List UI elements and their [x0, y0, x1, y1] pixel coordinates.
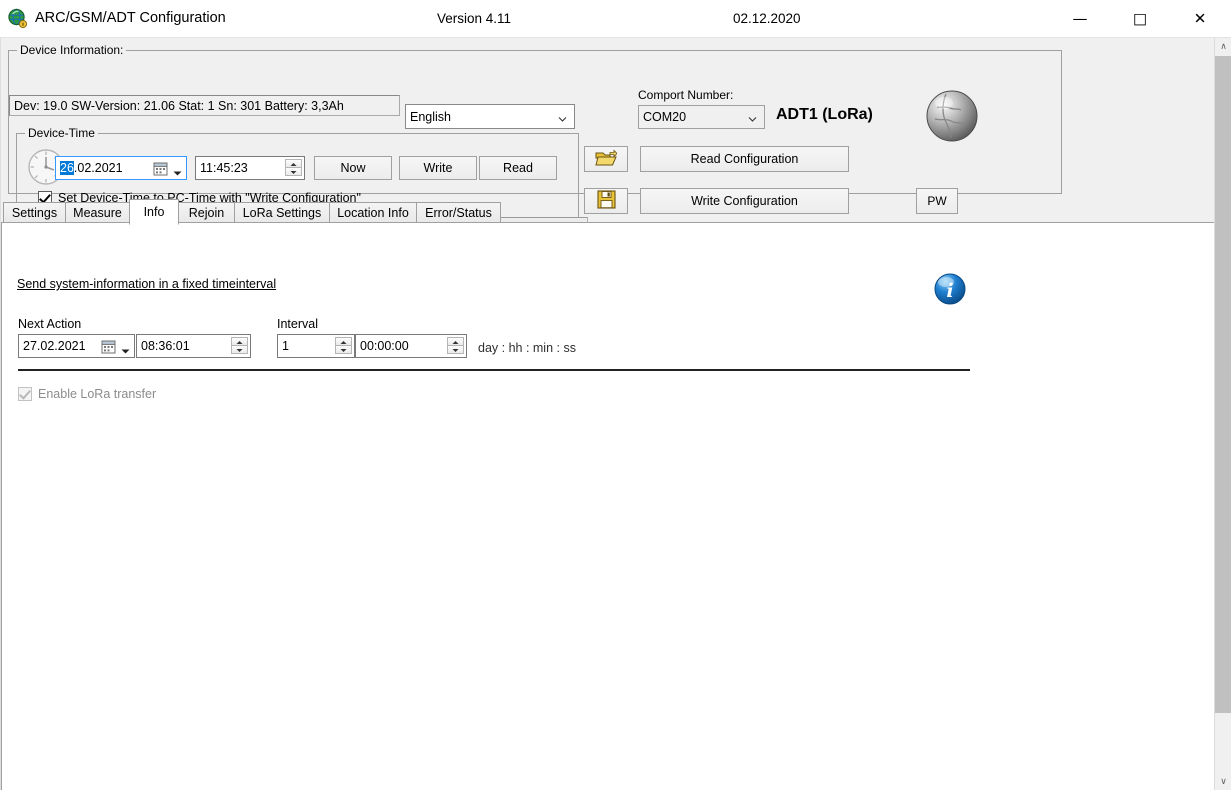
interval-format-label: day : hh : min : ss	[478, 341, 576, 355]
client-area: Device Information: Dev: 19.0 SW-Version…	[0, 38, 1215, 790]
next-action-time-input[interactable]: 08:36:01	[136, 334, 251, 358]
globe-key-icon	[7, 8, 29, 30]
next-action-time-spinner[interactable]	[231, 337, 248, 355]
tab-rejoin[interactable]: Rejoin	[178, 202, 235, 223]
spinner-down-icon[interactable]	[447, 345, 464, 354]
tab-measure[interactable]: Measure	[65, 202, 130, 223]
tab-info[interactable]: Info	[129, 199, 179, 225]
device-time-date-input[interactable]: 26.02.2021	[55, 156, 187, 180]
device-information-group-label: Device Information:	[17, 43, 127, 57]
language-select-value: English	[410, 109, 451, 124]
device-time-date-selected: 26	[60, 161, 74, 175]
date-label: 02.12.2020	[733, 11, 801, 26]
tab-strip: Settings Measure Info Rejoin LoRa Settings Lo…	[1, 199, 1215, 225]
interval-time-spinner[interactable]	[447, 337, 464, 355]
interval-time-input[interactable]: 00:00:00	[355, 334, 467, 358]
write-time-button[interactable]: Write	[399, 156, 477, 180]
device-information-value: Dev: 19.0 SW-Version: 21.06 Stat: 1 Sn: …	[9, 95, 400, 116]
next-action-date-text: 27.02.2021	[23, 339, 86, 353]
spinner-down-icon[interactable]	[335, 345, 352, 354]
comport-select-value: COM20	[643, 110, 687, 124]
window-title: ARC/GSM/ADT Configuration	[35, 10, 226, 26]
next-action-time-text: 08:36:01	[141, 339, 190, 353]
next-action-label: Next Action	[18, 317, 82, 331]
spinner-down-icon[interactable]	[231, 345, 248, 354]
chevron-down-icon[interactable]	[121, 344, 130, 354]
language-select[interactable]: English	[405, 104, 575, 129]
device-time-date-text: 26.02.2021	[56, 161, 123, 175]
minimize-button[interactable]: —	[1057, 0, 1103, 37]
section-heading: Send system-information in a fixed timei…	[17, 277, 277, 291]
comport-select[interactable]: COM20	[638, 105, 765, 129]
close-button[interactable]: ✕	[1177, 0, 1223, 37]
close-icon: ✕	[1193, 9, 1207, 27]
version-label: Version 4.11	[437, 11, 512, 26]
open-folder-icon	[595, 149, 618, 170]
scroll-up-button[interactable]: ∧	[1215, 38, 1231, 55]
chevron-down-icon	[748, 113, 757, 122]
interval-time-text: 00:00:00	[360, 339, 409, 353]
minimize-icon: —	[1072, 9, 1088, 27]
read-configuration-button[interactable]: Read Configuration	[640, 146, 849, 172]
checkbox-icon	[18, 387, 32, 401]
enable-lora-transfer-label: Enable LoRa transfer	[38, 387, 157, 401]
next-action-date-input[interactable]: 27.02.2021	[18, 334, 135, 358]
read-time-button[interactable]: Read	[479, 156, 557, 180]
svg-text:i: i	[946, 280, 953, 302]
globe-icon	[922, 86, 982, 146]
maximize-button[interactable]: □	[1117, 0, 1163, 37]
tab-error-status[interactable]: Error/Status	[416, 202, 501, 223]
interval-days-text: 1	[282, 339, 289, 353]
device-time-group-label: Device-Time	[25, 126, 98, 140]
device-time-time-input[interactable]: 11:45:23	[195, 156, 305, 180]
interval-days-spinner[interactable]	[335, 337, 352, 355]
maximize-icon: □	[1132, 9, 1148, 27]
enable-lora-transfer-checkbox: Enable LoRa transfer	[18, 387, 156, 401]
top-panel: Device Information: Dev: 19.0 SW-Version…	[1, 38, 1215, 233]
divider	[18, 369, 970, 371]
device-time-date-rest: .02.2021	[73, 161, 123, 175]
chevron-down-icon[interactable]	[173, 166, 182, 176]
calendar-icon[interactable]	[153, 161, 168, 176]
scrollbar-thumb[interactable]	[1215, 56, 1231, 713]
open-configuration-button[interactable]	[584, 146, 628, 172]
device-name-label: ADT1 (LoRa)	[776, 106, 873, 123]
now-button[interactable]: Now	[314, 156, 392, 180]
chevron-down-icon: ∨	[1220, 776, 1227, 787]
tab-lora-settings[interactable]: LoRa Settings	[234, 202, 330, 223]
chevron-up-icon: ∧	[1220, 41, 1227, 52]
tab-location-info[interactable]: Location Info	[329, 202, 417, 223]
vertical-scrollbar[interactable]: ∧ ∨	[1214, 38, 1231, 790]
title-bar: ARC/GSM/ADT Configuration Version 4.11 0…	[0, 0, 1231, 38]
tab-page-info: Send system-information in a fixed timei…	[1, 222, 1215, 790]
comport-label: Comport Number:	[638, 88, 734, 102]
interval-label: Interval	[277, 317, 318, 331]
interval-days-input[interactable]: 1	[277, 334, 355, 358]
chevron-down-icon	[558, 112, 567, 122]
scroll-down-button[interactable]: ∨	[1215, 773, 1231, 790]
device-time-time-text: 11:45:23	[200, 161, 248, 175]
tab-settings[interactable]: Settings	[3, 202, 66, 223]
calendar-icon[interactable]	[101, 339, 116, 354]
device-time-spinner[interactable]	[285, 159, 302, 177]
spinner-down-icon[interactable]	[285, 167, 302, 176]
info-icon: i	[933, 272, 967, 306]
